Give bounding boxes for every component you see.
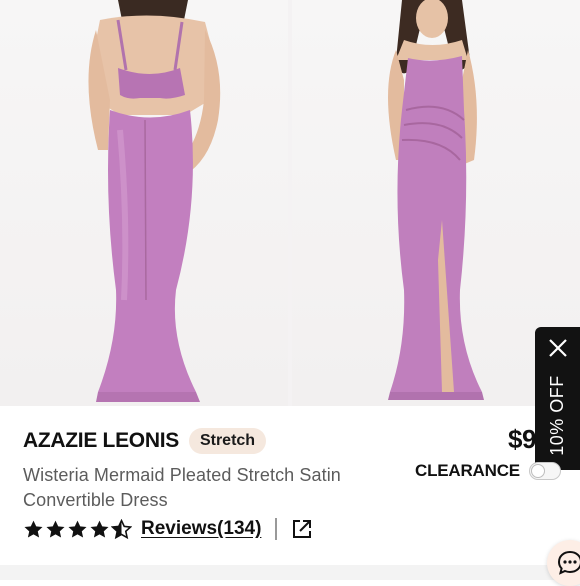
divider xyxy=(275,518,277,540)
promo-label-wrap: 10% OFF xyxy=(542,369,572,461)
product-price: $9 xyxy=(508,424,536,454)
bottom-divider-strip xyxy=(0,565,580,580)
product-photo-back[interactable] xyxy=(0,0,288,406)
discount-promo-tab[interactable]: 10% OFF xyxy=(535,327,580,470)
dress-back-view-photo xyxy=(88,0,221,402)
chat-icon xyxy=(557,550,580,575)
external-link-icon[interactable] xyxy=(291,518,313,540)
stretch-badge: Stretch xyxy=(188,428,267,454)
product-title: Wisteria Mermaid Pleated Stretch Satin C… xyxy=(23,465,341,510)
clearance-toggle[interactable] xyxy=(528,462,561,480)
star-icon xyxy=(68,520,87,538)
close-icon[interactable] xyxy=(547,337,569,359)
promo-label: 10% OFF xyxy=(546,374,567,456)
brand-row: AZAZIE LEONIS Stretch xyxy=(23,428,267,454)
star-icon xyxy=(90,520,109,538)
toggle-knob xyxy=(530,464,545,478)
reviews-link[interactable]: Reviews(134) xyxy=(141,518,261,540)
clearance-label: CLEARANCE xyxy=(415,461,520,480)
half-star-icon xyxy=(111,518,132,539)
product-image-gallery[interactable] xyxy=(0,0,580,406)
rating-stars xyxy=(23,518,133,540)
star-icon xyxy=(46,520,65,538)
rating-row: Reviews(134) xyxy=(23,518,313,540)
clearance-filter: CLEARANCE xyxy=(415,461,561,481)
star-icon xyxy=(24,520,43,538)
brand-name[interactable]: AZAZIE LEONIS xyxy=(23,429,179,453)
